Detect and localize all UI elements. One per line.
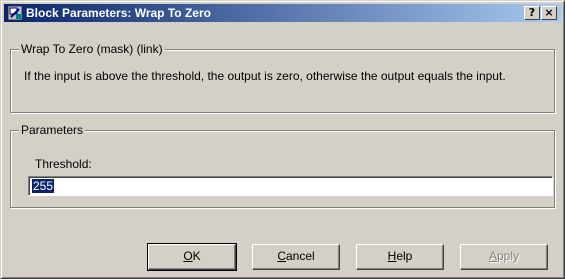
description-groupbox: Wrap To Zero (mask) (link) If the input … [10, 42, 555, 113]
apply-button[interactable]: Apply [460, 244, 548, 270]
cancel-mnemonic: C [277, 249, 286, 263]
parameters-legend: Parameters [19, 123, 86, 137]
threshold-input[interactable]: 255 [28, 176, 553, 196]
window-title: Block Parameters: Wrap To Zero [26, 6, 211, 20]
close-title-button[interactable]: × [541, 6, 557, 20]
help-title-button[interactable]: ? [524, 6, 540, 20]
parameters-groupbox: Parameters Threshold: 255 [10, 123, 555, 208]
simulink-block-icon [7, 5, 23, 21]
description-legend: Wrap To Zero (mask) (link) [19, 42, 165, 56]
help-label: elp [396, 249, 413, 263]
threshold-label: Threshold: [35, 157, 92, 171]
apply-label: pply [497, 249, 520, 263]
cancel-button[interactable]: Cancel [252, 244, 340, 270]
ok-button[interactable]: OK [147, 243, 237, 271]
block-parameters-dialog: Block Parameters: Wrap To Zero ? × Wrap … [0, 0, 565, 279]
apply-mnemonic: A [488, 249, 497, 263]
title-bar[interactable]: Block Parameters: Wrap To Zero ? × [4, 4, 561, 22]
block-description: If the input is above the threshold, the… [24, 69, 506, 83]
ok-mnemonic: O [183, 249, 193, 263]
help-button[interactable]: Help [356, 244, 444, 270]
cancel-label: ancel [285, 249, 315, 263]
threshold-value: 255 [32, 179, 55, 193]
ok-label: K [192, 249, 201, 263]
